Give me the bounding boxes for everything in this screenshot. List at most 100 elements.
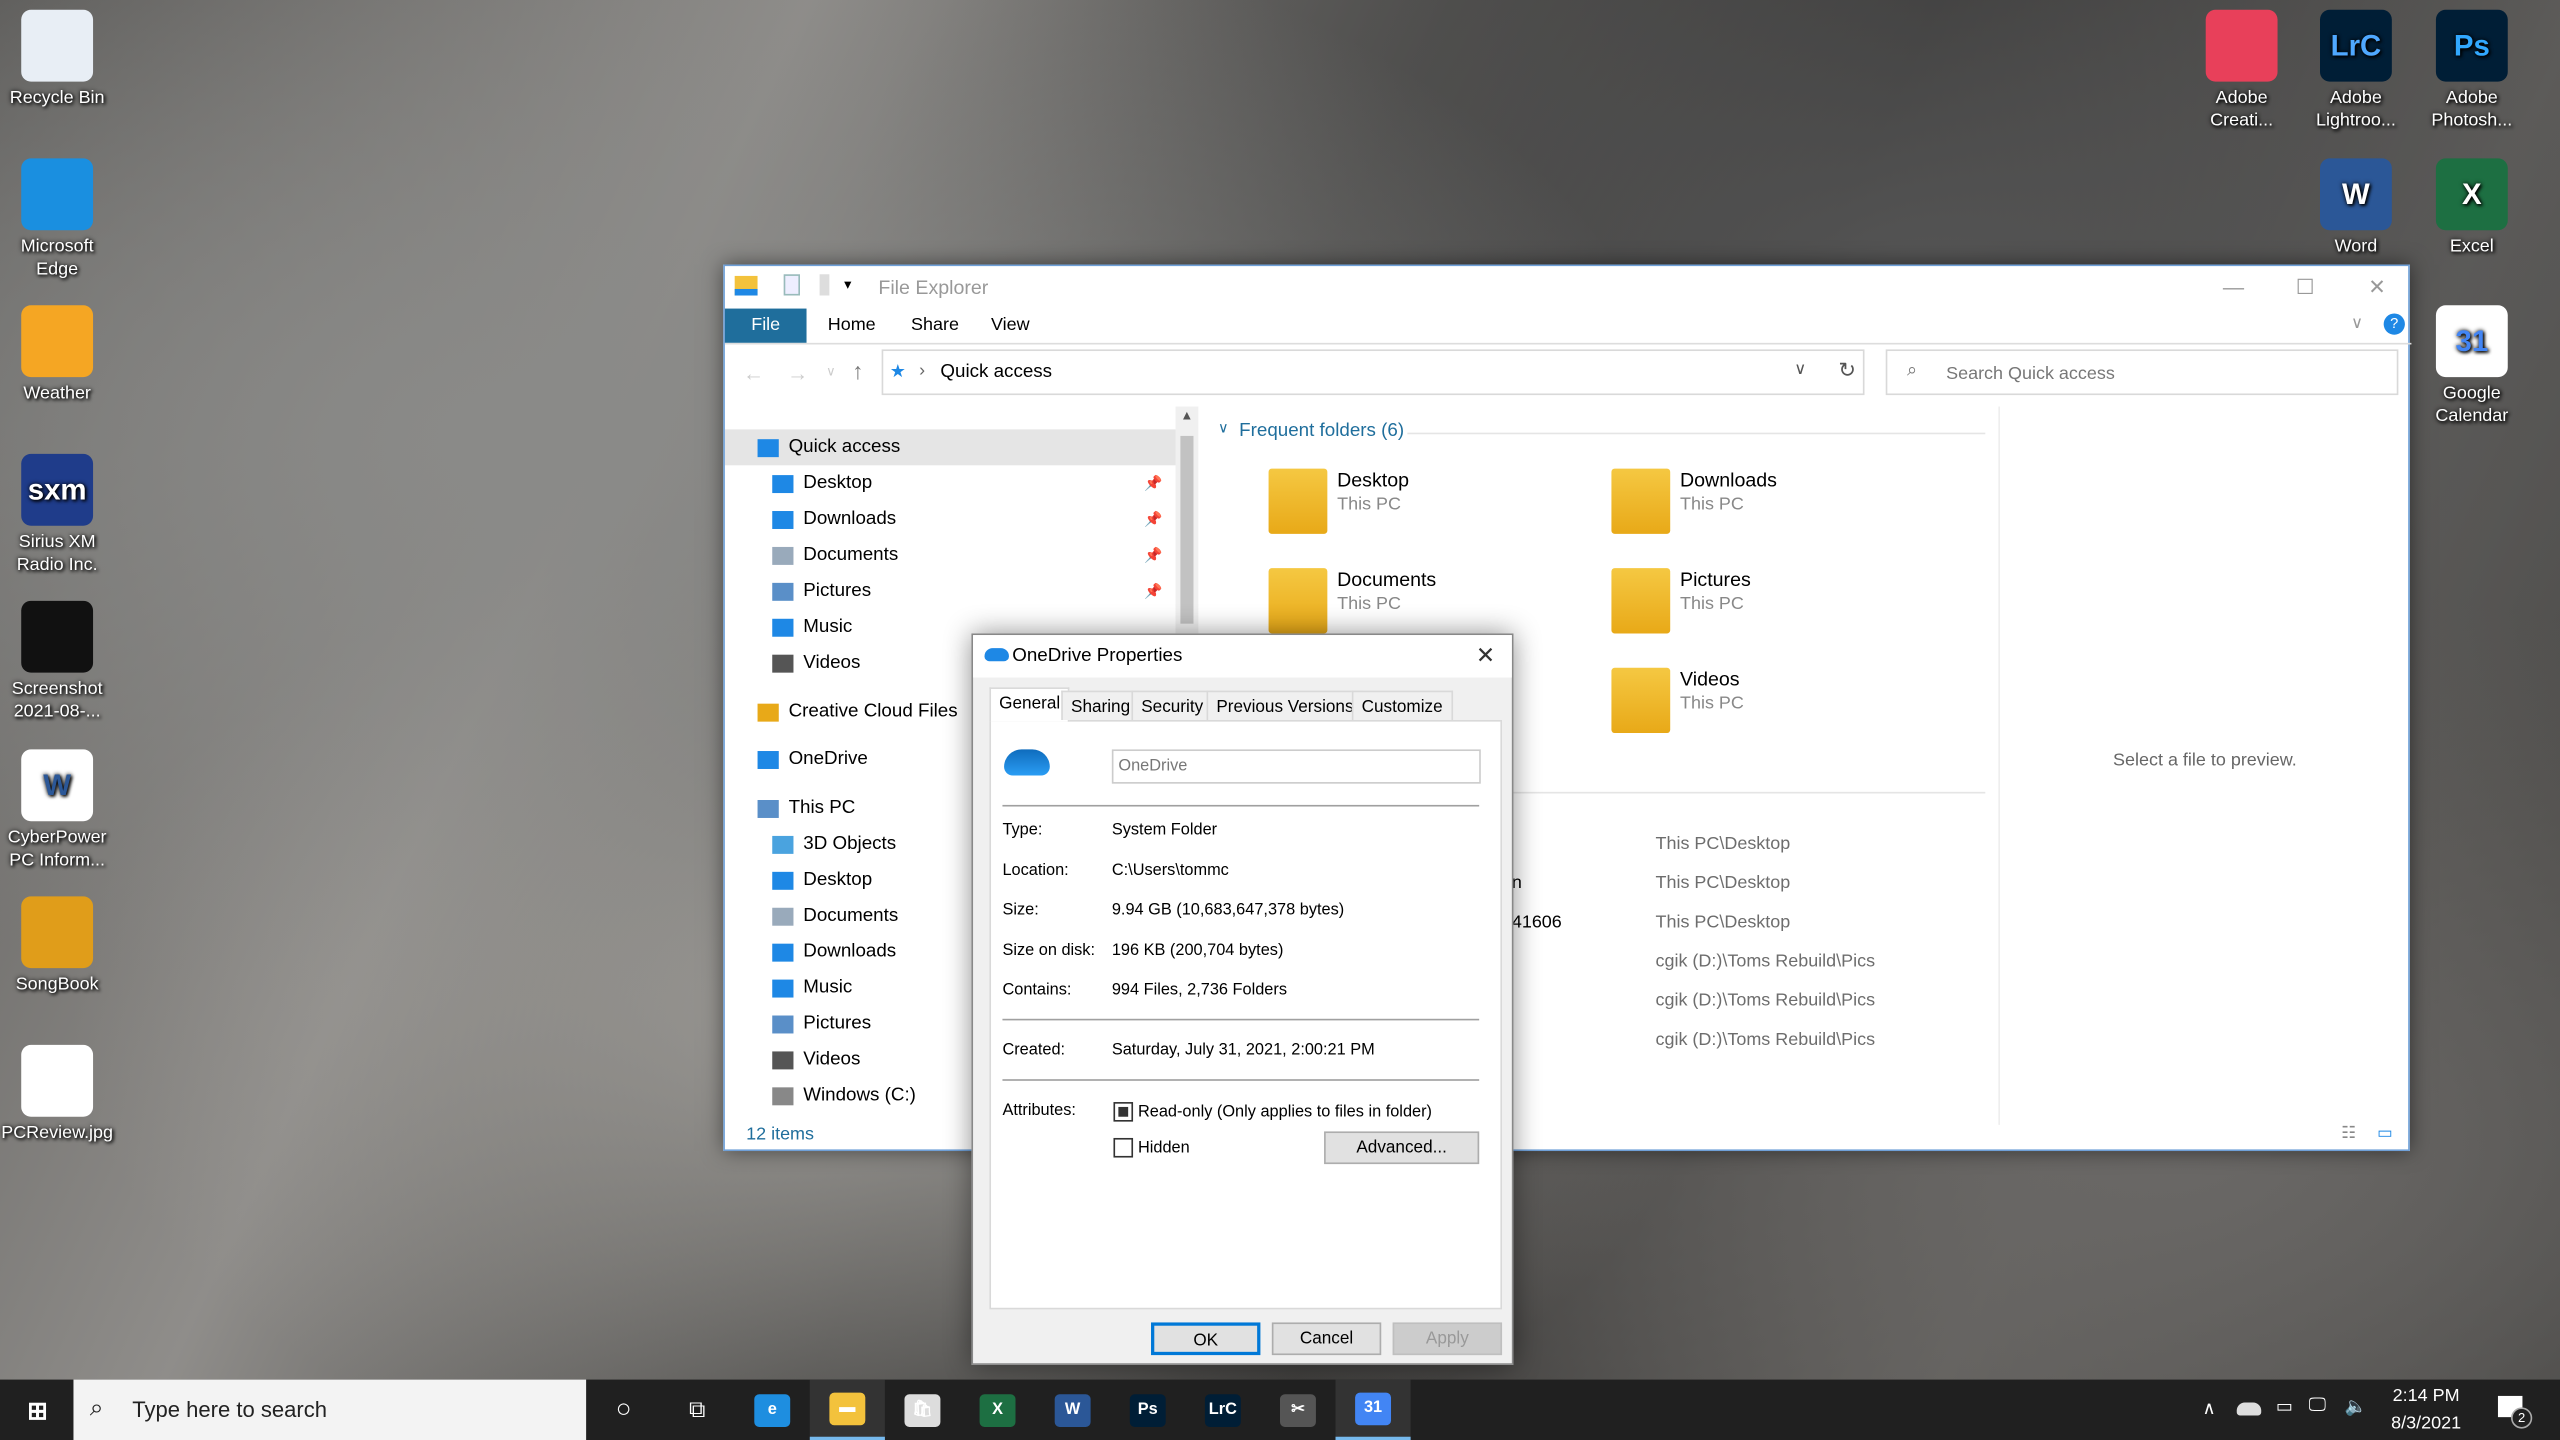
desktop-icon[interactable]: Weather bbox=[0, 305, 114, 405]
tab-sharing[interactable]: Sharing bbox=[1061, 690, 1140, 720]
recent-file-path[interactable]: This PC\Desktop bbox=[1656, 913, 1791, 933]
nav-item-pictures[interactable]: Pictures 📌 bbox=[772, 573, 1175, 609]
frequent-folder-desktop[interactable]: Desktop This PC bbox=[1268, 468, 1596, 559]
network-tray-icon[interactable]: 🖵 bbox=[2309, 1396, 2326, 1417]
dialog-close-button[interactable]: ✕ bbox=[1476, 642, 1495, 670]
maximize-button[interactable]: ☐ bbox=[2269, 266, 2341, 307]
recent-file-path[interactable]: cgik (D:)\Toms Rebuild\Pics bbox=[1656, 991, 1876, 1011]
tab-previous-versions[interactable]: Previous Versions bbox=[1206, 690, 1364, 720]
desktop-icon[interactable]: X Excel bbox=[2415, 158, 2529, 258]
desktop-icon[interactable]: Ps Adobe Photosh... bbox=[2415, 9, 2529, 132]
frequent-folder-downloads[interactable]: Downloads This PC bbox=[1611, 468, 1938, 559]
volume-tray-icon[interactable]: 🔈 bbox=[2344, 1396, 2366, 1418]
advanced-button[interactable]: Advanced... bbox=[1324, 1131, 1480, 1165]
desktop-icon[interactable]: Screenshot 2021-08-... bbox=[0, 600, 114, 723]
nav-item-documents[interactable]: Documents 📌 bbox=[772, 537, 1175, 573]
forward-button[interactable]: → bbox=[787, 361, 808, 385]
taskbar: ⊞ ⌕ Type here to search ○ ⧉ e ▬ 🛍 X W Ps LrC ✂ 3… bbox=[0, 1379, 2560, 1440]
folder-icon bbox=[757, 438, 779, 457]
pin-icon[interactable]: 📌 bbox=[1144, 501, 1162, 537]
large-icons-view-button[interactable]: ▭ bbox=[2377, 1125, 2392, 1143]
help-icon[interactable]: ? bbox=[2383, 313, 2405, 335]
taskbar-snip-button[interactable]: ✂ bbox=[1260, 1380, 1335, 1440]
minimize-button[interactable]: — bbox=[2198, 266, 2270, 307]
nav-item-label: Downloads bbox=[803, 942, 897, 962]
recent-file-path[interactable]: cgik (D:)\Toms Rebuild\Pics bbox=[1656, 1030, 1876, 1050]
tab-general[interactable]: General bbox=[989, 687, 1070, 722]
taskbar-store-button[interactable]: 🛍 bbox=[885, 1380, 960, 1440]
show-hidden-icons-button[interactable]: ∧ bbox=[2202, 1398, 2215, 1419]
tab-file[interactable]: File bbox=[724, 308, 807, 343]
readonly-checkbox[interactable] bbox=[1113, 1102, 1134, 1122]
up-button[interactable]: ↑ bbox=[852, 358, 863, 384]
taskbar-lightroom-button[interactable]: LrC bbox=[1185, 1380, 1260, 1440]
property-label: Type: bbox=[1002, 821, 1043, 840]
new-folder-quick-icon[interactable] bbox=[819, 274, 830, 296]
folder-icon bbox=[1268, 568, 1328, 634]
desktop-icon[interactable]: W CyberPower PC Inform... bbox=[0, 748, 114, 871]
desktop-icon[interactable]: Adobe Creati... bbox=[2184, 9, 2298, 132]
taskbar-google-calendar-button[interactable]: 31 bbox=[1335, 1379, 1411, 1440]
pin-icon[interactable]: 📌 bbox=[1144, 465, 1162, 501]
pin-icon[interactable]: 📌 bbox=[1144, 573, 1162, 609]
tab-security[interactable]: Security bbox=[1131, 690, 1213, 720]
windows-logo-icon: ⊞ bbox=[27, 1396, 48, 1425]
google-calendar-icon: 31 bbox=[1355, 1391, 1392, 1425]
back-button[interactable]: ← bbox=[743, 361, 764, 385]
refresh-button[interactable]: ↻ bbox=[1838, 358, 1856, 384]
tab-home[interactable]: Home bbox=[808, 309, 895, 343]
taskbar-photoshop-button[interactable]: Ps bbox=[1110, 1380, 1185, 1440]
desktop-icon[interactable]: SongBook bbox=[0, 896, 114, 996]
clock-date[interactable]: 8/3/2021 bbox=[2377, 1414, 2475, 1434]
taskbar-word-button[interactable]: W bbox=[1035, 1380, 1110, 1440]
nav-item-label: This PC bbox=[788, 798, 856, 818]
task-view-button[interactable]: ⧉ bbox=[660, 1380, 735, 1440]
frequent-folder-videos[interactable]: Videos This PC bbox=[1611, 667, 1938, 758]
onedrive-tray-icon[interactable] bbox=[2236, 1402, 2262, 1416]
expand-ribbon-icon[interactable]: ∨ bbox=[2351, 315, 2363, 333]
tab-view[interactable]: View bbox=[971, 309, 1049, 343]
properties-quick-icon[interactable] bbox=[783, 274, 800, 296]
folder-name-field[interactable]: OneDrive bbox=[1111, 749, 1481, 784]
recent-file-path[interactable]: This PC\Desktop bbox=[1656, 873, 1791, 893]
start-button[interactable]: ⊞ bbox=[0, 1380, 75, 1440]
frequent-folders-header[interactable]: Frequent folders (6) bbox=[1239, 421, 1404, 441]
taskbar-file-explorer-button[interactable]: ▬ bbox=[809, 1379, 885, 1440]
onedrive-large-icon bbox=[1004, 749, 1050, 776]
desktop-icon[interactable]: W Word bbox=[2299, 158, 2413, 258]
hidden-checkbox[interactable] bbox=[1113, 1137, 1134, 1158]
desktop-icon[interactable]: PCReview.jpg bbox=[0, 1044, 114, 1144]
ok-button[interactable]: OK bbox=[1151, 1322, 1261, 1356]
nav-item-downloads[interactable]: Downloads 📌 bbox=[772, 501, 1175, 537]
recent-locations-button[interactable]: ∨ bbox=[826, 364, 836, 379]
close-button[interactable]: ✕ bbox=[2341, 266, 2413, 307]
desktop-icon[interactable]: 31 Google Calendar bbox=[2415, 305, 2529, 427]
collapse-chevron-icon[interactable]: ∨ bbox=[1218, 420, 1229, 438]
tab-customize[interactable]: Customize bbox=[1351, 690, 1453, 720]
taskbar-edge-button[interactable]: e bbox=[735, 1380, 810, 1440]
recent-file-path[interactable]: cgik (D:)\Toms Rebuild\Pics bbox=[1656, 952, 1876, 972]
desktop-icon[interactable]: Microsoft Edge bbox=[0, 157, 114, 280]
cortana-button[interactable]: ○ bbox=[586, 1380, 661, 1440]
taskbar-excel-button[interactable]: X bbox=[960, 1380, 1035, 1440]
taskbar-search-box[interactable]: ⌕ Type here to search bbox=[73, 1379, 587, 1440]
nav-item-desktop[interactable]: Desktop 📌 bbox=[772, 465, 1175, 501]
recent-file-path[interactable]: This PC\Desktop bbox=[1656, 834, 1791, 854]
desktop-icon[interactable]: Recycle Bin bbox=[0, 9, 114, 110]
camera-tray-icon[interactable]: ▭ bbox=[2276, 1396, 2293, 1418]
address-dropdown-icon[interactable]: ∨ bbox=[1794, 361, 1806, 379]
search-box[interactable]: ⌕ Search Quick access bbox=[1885, 349, 2399, 396]
cancel-button[interactable]: Cancel bbox=[1271, 1322, 1382, 1356]
desktop-icon[interactable]: sxm Sirius XM Radio Inc. bbox=[0, 453, 114, 575]
tab-share[interactable]: Share bbox=[891, 309, 978, 343]
address-bar[interactable]: ★ › Quick access ∨ bbox=[881, 349, 1865, 396]
clock-time[interactable]: 2:14 PM bbox=[2377, 1386, 2475, 1406]
details-view-button[interactable]: ☷ bbox=[2341, 1125, 2356, 1143]
frequent-folder-pictures[interactable]: Pictures This PC bbox=[1611, 568, 1938, 658]
desktop-icon[interactable]: LrC Adobe Lightroo... bbox=[2299, 9, 2413, 132]
pin-icon[interactable]: 📌 bbox=[1144, 537, 1162, 573]
nav-item-quick-access[interactable]: Quick access bbox=[724, 429, 1176, 466]
apply-button[interactable]: Apply bbox=[1392, 1322, 1503, 1356]
customize-toolbar-icon[interactable]: ▾ bbox=[844, 276, 851, 294]
recent-file-name-fragment[interactable]: 41606 bbox=[1512, 913, 1562, 933]
